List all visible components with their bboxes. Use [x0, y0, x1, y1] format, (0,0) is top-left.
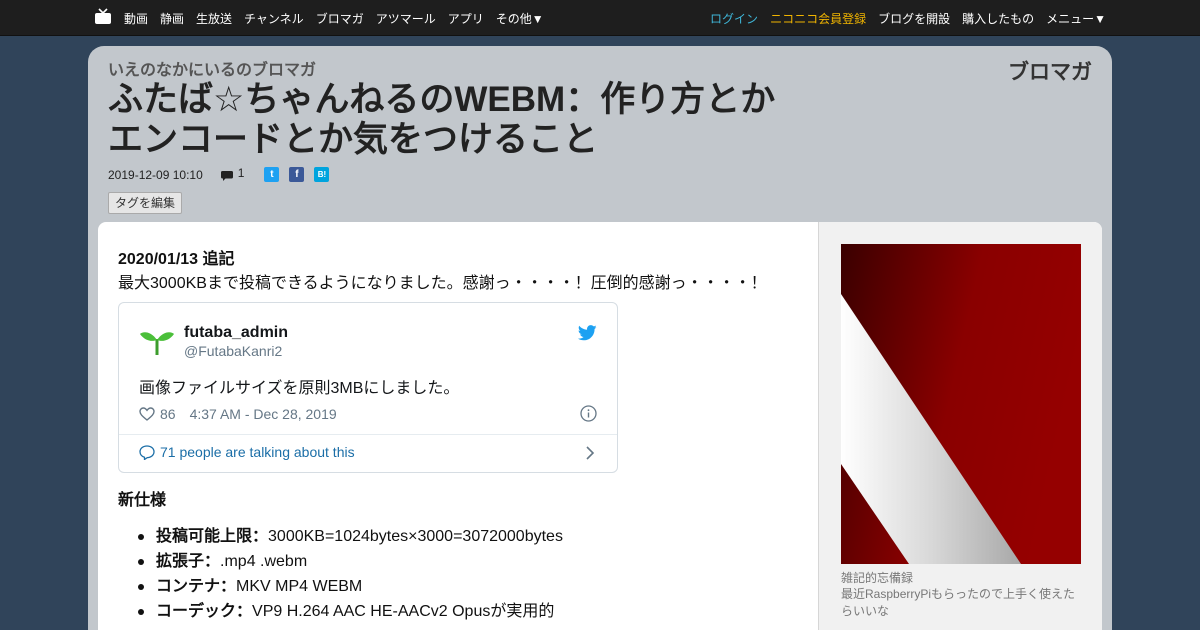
- speech-bubble-icon: [139, 444, 155, 460]
- article-title: ふたば☆ちゃんねるのWEBM：作り方とかエンコードとか気をつけること: [108, 80, 776, 159]
- spec-item-upload-limit: 投稿可能上限：3000KB=1024bytes×3000=3072000byte…: [118, 524, 563, 549]
- article-meta: 2019-12-09 10:10 1 t f B!: [108, 166, 330, 182]
- tweet-stats: 86 4:37 AM - Dec 28, 2019: [139, 406, 337, 422]
- spec-heading: 新仕様: [118, 492, 167, 509]
- info-icon[interactable]: [580, 405, 597, 422]
- spec-label: コーデック：: [156, 603, 253, 620]
- tweet-like-count[interactable]: 86: [160, 406, 176, 422]
- article-card: いえのなかにいるのブロマガ ふたば☆ちゃんねるのWEBM：作り方とかエンコードと…: [88, 46, 1112, 630]
- tweet-author-name[interactable]: futaba_admin: [184, 324, 288, 342]
- sprout-avatar-icon[interactable]: [139, 325, 175, 355]
- niconico-tv-icon[interactable]: [94, 8, 112, 25]
- purchased-link[interactable]: 購入したもの: [962, 10, 1034, 27]
- addendum-text: 最大3000KBまで投稿できるようになりました。感謝っ・・・・！圧倒的感謝っ・・…: [118, 275, 767, 292]
- comment-count[interactable]: 1: [238, 166, 245, 180]
- facebook-share-icon[interactable]: f: [289, 167, 305, 182]
- top-navigation-bar: 動画 静画 生放送 チャンネル ブロマガ アツマール アプリ その他▼ ログイン…: [0, 0, 1200, 36]
- tweet-conversation-text[interactable]: 71 people are talking about this: [160, 444, 355, 460]
- tweet-divider: [119, 434, 617, 435]
- login-link[interactable]: ログイン: [710, 10, 758, 27]
- blomaga-logo[interactable]: ブロマガ: [1008, 56, 1092, 86]
- spec-item-extension: 拡張子：.mp4 .webm: [118, 549, 563, 574]
- global-nav-left: 動画 静画 生放送 チャンネル ブロマガ アツマール アプリ その他▼: [124, 0, 544, 36]
- open-blog-link[interactable]: ブログを開設: [878, 10, 950, 27]
- spec-value: MKV MP4 WEBM: [236, 578, 363, 595]
- blomaga-logo-text: ブロマガ: [1008, 61, 1092, 84]
- tweet-conversation-link[interactable]: 71 people are talking about this: [139, 444, 355, 460]
- heart-icon[interactable]: [139, 407, 155, 421]
- comment-icon: [220, 170, 233, 181]
- nav-item-atsumaru[interactable]: アツマール: [376, 10, 436, 27]
- channel-name[interactable]: いえのなかにいるのブロマガ: [108, 56, 316, 80]
- twitter-bird-icon[interactable]: [578, 325, 597, 341]
- nav-item-live[interactable]: 生放送: [196, 10, 232, 27]
- tweet-date[interactable]: 4:37 AM - Dec 28, 2019: [190, 406, 337, 422]
- nav-item-channel[interactable]: チャンネル: [244, 10, 304, 27]
- nav-item-seiga[interactable]: 静画: [160, 10, 184, 27]
- spec-item-container: コンテナ：MKV MP4 WEBM: [118, 574, 563, 599]
- spec-item-codec: コーデック：VP9 H.264 AAC HE-AACv2 Opusが実用的: [118, 599, 563, 624]
- nav-item-apps[interactable]: アプリ: [448, 10, 484, 27]
- global-nav-right: ログイン ニコニコ会員登録 ブログを開設 購入したもの メニュー▼: [710, 0, 1106, 36]
- channel-thumbnail-image[interactable]: [841, 244, 1081, 564]
- spec-label: 拡張子：: [156, 553, 221, 570]
- spec-label: コンテナ：: [156, 578, 237, 595]
- nav-item-blomaga[interactable]: ブロマガ: [316, 10, 364, 27]
- spec-value: .mp4 .webm: [220, 553, 308, 570]
- nav-item-more-dropdown[interactable]: その他▼: [496, 10, 544, 27]
- sidebar-channel-description: 最近RaspberryPiもらったので上手く使えたらいいな: [841, 587, 1076, 618]
- tweet-text: 画像ファイルサイズを原則3MBにしました。: [139, 380, 460, 397]
- sidebar-channel-title[interactable]: 雑記的忘備録: [841, 569, 913, 586]
- spec-label: 投稿可能上限：: [156, 528, 269, 545]
- spec-value: VP9 H.264 AAC HE-AACv2 Opusが実用的: [252, 603, 555, 620]
- tweet-author-handle[interactable]: @FutabaKanri2: [184, 343, 282, 359]
- embedded-tweet[interactable]: futaba_admin @FutabaKanri2 画像ファイルサイズを原則3…: [118, 302, 618, 473]
- spec-value: 3000KB=1024bytes×3000=3072000bytes: [268, 528, 563, 545]
- spec-list: 投稿可能上限：3000KB=1024bytes×3000=3072000byte…: [118, 524, 563, 624]
- channel-sidebar: 雑記的忘備録 最近RaspberryPiもらったので上手く使えたらいいな: [818, 222, 1102, 630]
- register-link[interactable]: ニコニコ会員登録: [770, 10, 866, 27]
- hatena-bookmark-icon[interactable]: B!: [314, 167, 330, 182]
- article-content-panel: 2020/01/13 追記 最大3000KBまで投稿できるようになりました。感謝…: [98, 222, 1102, 630]
- chevron-right-icon[interactable]: [585, 446, 595, 460]
- nav-item-video[interactable]: 動画: [124, 10, 148, 27]
- twitter-share-icon[interactable]: t: [264, 167, 280, 182]
- edit-tags-button[interactable]: タグを編集: [108, 192, 183, 214]
- addendum-heading: 2020/01/13 追記: [118, 251, 235, 268]
- menu-dropdown[interactable]: メニュー▼: [1046, 10, 1106, 27]
- post-datetime: 2019-12-09 10:10: [108, 167, 203, 182]
